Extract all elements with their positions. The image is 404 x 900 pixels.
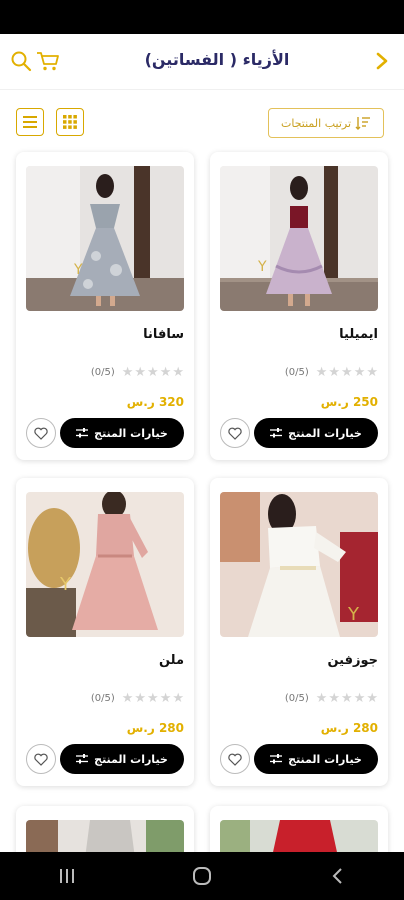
- app-header: الأزياء ( الفساتين): [0, 34, 404, 90]
- star-icon: ★: [328, 365, 341, 380]
- system-nav-bar: [0, 852, 404, 900]
- back-button[interactable]: [317, 861, 357, 891]
- product-image[interactable]: Y: [26, 492, 184, 637]
- star-icon: ★: [147, 365, 159, 380]
- rating-count: (0/5): [284, 693, 309, 704]
- options-label: خيارات المنتج: [288, 752, 362, 766]
- cart-icon[interactable]: [36, 50, 60, 72]
- star-icon: ★: [353, 365, 366, 380]
- product-price: 250 ر.س: [320, 395, 378, 409]
- star-icon: ★: [315, 691, 328, 706]
- star-icon: ★: [341, 691, 353, 706]
- product-image[interactable]: Y: [26, 166, 184, 311]
- product-options-button[interactable]: خيارات المنتج: [254, 744, 378, 774]
- list-view-icon: [23, 116, 37, 128]
- star-icon: ★: [134, 365, 147, 380]
- search-icon[interactable]: [10, 50, 32, 72]
- star-icon: ★: [121, 365, 134, 380]
- favorite-button[interactable]: [220, 418, 250, 448]
- rating: ★ ★ ★ ★ ★ (0/5): [220, 366, 378, 379]
- list-view-button[interactable]: [16, 108, 44, 136]
- product-name[interactable]: ايميليا: [339, 327, 378, 342]
- rating-count: (0/5): [284, 367, 309, 378]
- rating: ★ ★ ★ ★ ★ (0/5): [26, 366, 184, 379]
- chevron-right-icon[interactable]: [374, 50, 390, 72]
- options-label: خيارات المنتج: [94, 426, 168, 440]
- heart-icon: [34, 427, 48, 440]
- rating: ★ ★ ★ ★ ★ (0/5): [220, 692, 378, 705]
- star-icon: ★: [328, 691, 341, 706]
- favorite-button[interactable]: [26, 744, 56, 774]
- star-icon: ★: [121, 691, 134, 706]
- options-label: خيارات المنتج: [94, 752, 168, 766]
- sliders-icon: [76, 428, 89, 438]
- product-name[interactable]: سافانا: [143, 327, 184, 342]
- heart-icon: [228, 753, 242, 766]
- star-icon: ★: [366, 365, 378, 380]
- product-card[interactable]: Y سافانا ★ ★ ★ ★ ★ (0/5) 320 ر.س خيارات …: [16, 152, 194, 460]
- star-icon: ★: [341, 365, 353, 380]
- product-price: 280 ر.س: [126, 721, 184, 735]
- product-price: 280 ر.س: [320, 721, 378, 735]
- sliders-icon: [270, 754, 283, 764]
- star-icon: ★: [159, 691, 172, 706]
- svg-text:Y: Y: [347, 604, 360, 625]
- product-name[interactable]: جوزفين: [327, 653, 378, 668]
- grid-view-icon: [63, 115, 77, 129]
- toolbar: ترتيب المنتجات: [0, 100, 404, 146]
- sliders-icon: [270, 428, 283, 438]
- home-button[interactable]: [182, 861, 222, 891]
- product-options-button[interactable]: خيارات المنتج: [60, 418, 184, 448]
- product-image[interactable]: Y: [220, 492, 378, 637]
- sort-button[interactable]: ترتيب المنتجات: [268, 108, 384, 138]
- home-icon: [192, 867, 211, 885]
- product-image[interactable]: Y: [220, 166, 378, 311]
- rating-count: (0/5): [90, 693, 115, 704]
- recent-apps-icon: [60, 869, 75, 883]
- grid-view-button[interactable]: [56, 108, 84, 136]
- star-icon: ★: [159, 365, 172, 380]
- back-icon: [332, 868, 342, 884]
- product-price: 320 ر.س: [126, 395, 184, 409]
- star-icon: ★: [172, 365, 184, 380]
- star-icon: ★: [315, 365, 328, 380]
- star-icon: ★: [353, 691, 366, 706]
- product-card[interactable]: Y ملن ★ ★ ★ ★ ★ (0/5) 280 ر.س خيارات الم…: [16, 478, 194, 786]
- product-name[interactable]: ملن: [159, 653, 184, 668]
- favorite-button[interactable]: [26, 418, 56, 448]
- star-icon: ★: [147, 691, 159, 706]
- product-options-button[interactable]: خيارات المنتج: [60, 744, 184, 774]
- star-icon: ★: [134, 691, 147, 706]
- sort-label: ترتيب المنتجات: [280, 116, 352, 130]
- page-title: الأزياء ( الفساتين): [144, 50, 290, 69]
- product-options-button[interactable]: خيارات المنتج: [254, 418, 378, 448]
- svg-text:Y: Y: [73, 262, 83, 278]
- sliders-icon: [76, 754, 89, 764]
- heart-icon: [34, 753, 48, 766]
- sort-icon: [355, 117, 371, 130]
- rating: ★ ★ ★ ★ ★ (0/5): [26, 692, 184, 705]
- star-icon: ★: [366, 691, 378, 706]
- rating-count: (0/5): [90, 367, 115, 378]
- recent-apps-button[interactable]: [47, 861, 87, 891]
- svg-text:Y: Y: [257, 259, 267, 275]
- svg-text:Y: Y: [59, 574, 72, 595]
- heart-icon: [228, 427, 242, 440]
- options-label: خيارات المنتج: [288, 426, 362, 440]
- status-bar: [0, 0, 404, 34]
- product-card[interactable]: Y ايميليا ★ ★ ★ ★ ★ (0/5) 250 ر.س خيارات…: [210, 152, 388, 460]
- star-icon: ★: [172, 691, 184, 706]
- product-card[interactable]: Y جوزفين ★ ★ ★ ★ ★ (0/5) 280 ر.س خيارات …: [210, 478, 388, 786]
- favorite-button[interactable]: [220, 744, 250, 774]
